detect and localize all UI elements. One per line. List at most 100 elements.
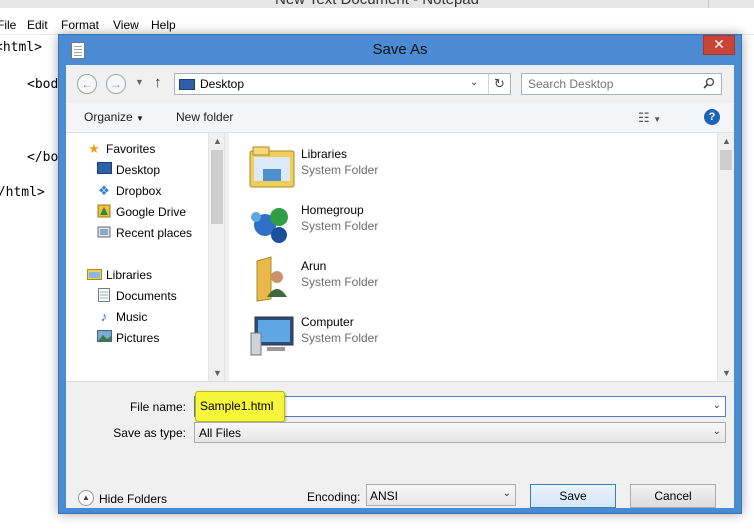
tree-item-pictures[interactable]: Pictures — [66, 328, 208, 348]
tree-item-google-drive[interactable]: Google Drive — [66, 202, 208, 222]
file-type: System Folder — [301, 219, 379, 233]
scroll-up-icon[interactable]: ▲ — [209, 133, 224, 149]
dialog-titlebar[interactable]: Save As ✕ — [59, 35, 741, 65]
hide-folders-button[interactable]: ▲ Hide Folders — [78, 488, 178, 508]
dialog-title: Save As — [372, 41, 428, 58]
nav-pane-scrollbar[interactable]: ▲ ▼ — [208, 133, 224, 381]
tree-label: Recent places — [116, 226, 193, 240]
command-toolbar: Organize ▼ New folder ☷ ▼ ? — [66, 103, 734, 133]
file-list: Libraries System Folder Homegroup System… — [229, 133, 734, 381]
documents-icon — [96, 288, 112, 304]
file-name: Computer — [301, 315, 354, 329]
help-icon[interactable]: ? — [704, 109, 720, 125]
save-as-type-label: Save as type: — [113, 426, 186, 440]
code-line: <html> — [0, 40, 42, 55]
libraries-icon — [86, 267, 102, 283]
organize-button[interactable]: Organize ▼ — [84, 110, 144, 124]
forward-button[interactable]: → — [106, 74, 126, 94]
save-as-dialog: Save As ✕ ← → ▼ ↑ Desktop ⌄ ↻ Search Des… — [58, 34, 742, 514]
encoding-value: ANSI — [370, 489, 399, 503]
code-line: </html> — [0, 185, 45, 200]
tree-label: Libraries — [106, 268, 153, 282]
tree-label: Documents — [116, 289, 177, 303]
menu-help[interactable]: Help — [151, 18, 176, 32]
tree-label: Desktop — [116, 163, 161, 177]
music-icon: ♪ — [100, 309, 108, 324]
address-bar[interactable]: Desktop ⌄ ↻ — [174, 73, 511, 95]
hide-folders-label: Hide Folders — [99, 492, 168, 506]
notepad-menubar: File Edit Format View Help — [0, 15, 754, 35]
save-as-type-value: All Files — [199, 426, 242, 440]
back-arrow-icon: ← — [81, 77, 93, 91]
tree-item-documents[interactable]: Documents — [66, 286, 208, 306]
list-item-arun[interactable]: Arun System Folder — [243, 251, 693, 305]
file-list-scrollbar[interactable]: ▲ ▼ — [717, 133, 734, 381]
desktop-icon — [179, 79, 195, 90]
notepad-title: New Text Document - Notepad — [0, 0, 754, 8]
tree-item-desktop[interactable]: Desktop — [66, 160, 208, 180]
file-type: System Folder — [301, 275, 379, 289]
scrollbar-thumb[interactable] — [211, 150, 223, 224]
tree-label: Dropbox — [116, 184, 162, 198]
chevron-down-icon[interactable]: ⌄ — [713, 400, 721, 411]
tree-item-libraries[interactable]: Libraries — [66, 265, 208, 285]
file-type: System Folder — [301, 331, 379, 345]
tree-label: Music — [116, 310, 148, 324]
save-button[interactable]: Save — [530, 484, 616, 508]
chevron-down-icon: ⌄ — [712, 426, 721, 437]
address-location: Desktop — [200, 77, 245, 91]
save-form: File name: Sample1.html ⌄ Save as type: … — [66, 381, 734, 508]
menu-file[interactable]: File — [0, 18, 16, 32]
address-dropdown-chevron-icon[interactable]: ⌄ — [470, 77, 478, 88]
notepad-close-button[interactable] — [708, 0, 754, 8]
change-view-button[interactable]: ☷ ▼ — [638, 110, 661, 126]
scrollbar-thumb[interactable] — [720, 150, 732, 170]
save-as-type-select[interactable]: All Files ⌄ — [194, 422, 726, 443]
list-item-computer[interactable]: Computer System Folder — [243, 307, 693, 361]
chevron-down-icon: ⌄ — [502, 488, 511, 499]
search-box[interactable] — [521, 73, 722, 95]
tree-item-music[interactable]: ♪ Music — [66, 307, 208, 327]
cancel-button[interactable]: Cancel — [630, 484, 716, 508]
tree-item-recent-places[interactable]: Recent places — [66, 223, 208, 243]
user-folder-icon — [247, 255, 297, 303]
search-icon[interactable] — [703, 77, 715, 92]
view-details-icon: ☷ — [638, 110, 650, 125]
organize-label: Organize — [84, 110, 133, 124]
menu-view[interactable]: View — [113, 18, 139, 32]
file-name-label: File name: — [129, 400, 186, 414]
scroll-up-icon[interactable]: ▲ — [718, 133, 734, 149]
tree-label: Pictures — [116, 331, 160, 345]
list-item-libraries[interactable]: Libraries System Folder — [243, 139, 693, 193]
list-item-homegroup[interactable]: Homegroup System Folder — [243, 195, 693, 249]
file-name: Arun — [301, 259, 327, 273]
star-icon: ★ — [88, 141, 100, 156]
tree-label: Favorites — [106, 142, 156, 156]
tree-item-dropbox[interactable]: ❖ Dropbox — [66, 181, 208, 201]
tree-item-favorites[interactable]: ★ Favorites — [66, 139, 208, 159]
scroll-down-icon[interactable]: ▼ — [209, 365, 224, 381]
encoding-label: Encoding: — [307, 490, 361, 504]
close-button[interactable]: ✕ — [703, 35, 735, 55]
computer-icon — [247, 311, 297, 359]
chevron-down-icon: ▼ — [136, 114, 144, 123]
navigation-pane: ★ Favorites Desktop ❖ Dropbox Google Dri… — [66, 133, 225, 381]
file-name-field[interactable]: Sample1.html ⌄ — [194, 391, 726, 422]
back-button[interactable]: ← — [77, 74, 97, 94]
up-arrow-icon[interactable]: ↑ — [154, 74, 162, 91]
file-type: System Folder — [301, 163, 379, 177]
new-folder-button[interactable]: New folder — [176, 110, 233, 124]
navigation-bar: ← → ▼ ↑ Desktop ⌄ ↻ — [66, 65, 734, 103]
recent-locations-chevron-icon[interactable]: ▼ — [135, 77, 144, 87]
tree-label: Google Drive — [116, 205, 187, 219]
refresh-icon[interactable]: ↻ — [488, 74, 510, 94]
scroll-down-icon[interactable]: ▼ — [718, 365, 734, 381]
menu-edit[interactable]: Edit — [27, 18, 48, 32]
menu-format[interactable]: Format — [61, 18, 99, 32]
file-name-value[interactable]: Sample1.html — [195, 391, 285, 422]
pictures-icon — [96, 330, 112, 346]
file-name: Homegroup — [301, 203, 364, 217]
search-input[interactable] — [528, 77, 698, 91]
encoding-select[interactable]: ANSI ⌄ — [366, 484, 516, 506]
notepad-titlebar: New Text Document - Notepad — [0, 0, 754, 8]
